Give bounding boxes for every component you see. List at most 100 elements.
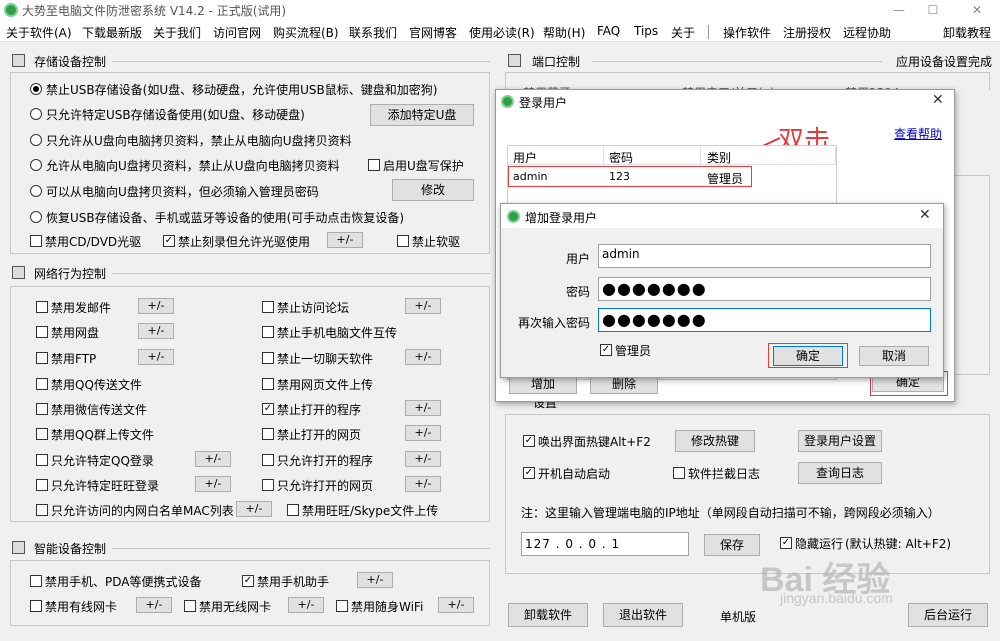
portable-wifi-plus-minus[interactable]: +/- — [438, 597, 474, 613]
network-left-plus-minus[interactable]: +/- — [138, 349, 174, 365]
menu-contact[interactable]: 联系我们 — [349, 24, 397, 41]
wireless-nic-plus-minus[interactable]: +/- — [288, 597, 324, 613]
login-user-settings-button[interactable]: 登录用户设置 — [798, 430, 882, 452]
password-input[interactable]: ●●●●●●● — [598, 277, 931, 301]
wired-nic-checkbox[interactable] — [30, 600, 42, 612]
menu-about[interactable]: 关于 — [671, 24, 695, 41]
menu-purchase[interactable]: 购买流程(B) — [273, 24, 339, 41]
menu-download[interactable]: 下载最新版 — [82, 24, 142, 41]
network-right-checkbox[interactable] — [262, 301, 274, 313]
restore-usb-radio[interactable] — [30, 211, 42, 223]
hide-run-checkbox[interactable]: ✓ — [780, 537, 792, 549]
query-log-button[interactable]: 查询日志 — [798, 462, 882, 484]
network-left-checkbox[interactable] — [36, 378, 48, 390]
cd-burn-checkbox[interactable]: ✓ — [163, 235, 175, 247]
usb-disable-radio[interactable] — [30, 83, 42, 95]
close-icon[interactable]: ✕ — [932, 92, 944, 108]
network-right-plus-minus[interactable]: +/- — [405, 476, 441, 492]
network-left-checkbox[interactable] — [36, 301, 48, 313]
exit-button[interactable]: 退出软件 — [603, 603, 683, 627]
user-input[interactable]: admin — [598, 244, 931, 268]
network-right-label: 禁止打开的程序 — [277, 403, 362, 417]
specific-usb-radio[interactable] — [30, 108, 42, 120]
background-run-button[interactable]: 后台运行 — [908, 603, 988, 627]
network-right-checkbox[interactable] — [262, 454, 274, 466]
network-right-checkbox[interactable] — [262, 326, 274, 338]
cancel-button[interactable]: 取消 — [859, 346, 929, 366]
network-right-plus-minus[interactable]: +/- — [405, 451, 441, 467]
user-list-header — [508, 146, 836, 165]
write-protect-checkbox[interactable] — [368, 159, 380, 171]
network-left-checkbox[interactable] — [36, 403, 48, 415]
wired-nic-plus-minus[interactable]: +/- — [136, 597, 172, 613]
network-left-plus-minus[interactable]: +/- — [195, 451, 231, 467]
network-left-checkbox[interactable] — [36, 504, 48, 516]
menu-about-software[interactable]: 关于软件(A) — [6, 24, 72, 41]
network-right-plus-minus[interactable]: +/- — [405, 400, 441, 416]
confirm-password-input[interactable]: ●●●●●●● — [598, 308, 931, 332]
column-header-password[interactable]: 密码 — [609, 149, 633, 166]
mode-label: 单机版 — [720, 610, 757, 624]
modify-hotkey-button[interactable]: 修改热键 — [675, 430, 755, 452]
phone-assistant-checkbox[interactable]: ✓ — [242, 575, 254, 587]
cd-disable-checkbox[interactable] — [30, 235, 42, 247]
menu-help[interactable]: 帮助(H) — [543, 24, 585, 41]
network-left-plus-minus[interactable]: +/- — [236, 501, 272, 517]
menu-must-read[interactable]: 使用必读(R) — [469, 24, 535, 41]
network-left-plus-minus[interactable]: +/- — [138, 298, 174, 314]
menu-remote[interactable]: 远程协助 — [843, 24, 891, 41]
menu-register[interactable]: 注册授权 — [783, 24, 831, 41]
network-left-checkbox[interactable] — [36, 454, 48, 466]
uninstall-button[interactable]: 卸载软件 — [508, 603, 588, 627]
menu-faq[interactable]: FAQ — [597, 24, 620, 38]
maximize-button[interactable]: ☐ — [918, 0, 948, 20]
network-left-checkbox[interactable] — [36, 352, 48, 364]
wireless-nic-checkbox[interactable] — [184, 600, 196, 612]
close-icon[interactable]: ✕ — [919, 207, 931, 223]
network-left-label: 只允许特定旺旺登录 — [51, 479, 160, 493]
network-right-checkbox[interactable] — [262, 428, 274, 440]
autostart-checkbox[interactable]: ✓ — [523, 467, 535, 479]
portable-wifi-checkbox[interactable] — [336, 600, 348, 612]
network-right-checkbox[interactable] — [287, 504, 299, 516]
network-right-plus-minus[interactable]: +/- — [405, 425, 441, 441]
close-button[interactable]: ✕ — [962, 0, 992, 20]
add-specific-usb-button[interactable]: 添加特定U盘 — [370, 104, 474, 126]
menu-about-us[interactable]: 关于我们 — [153, 24, 201, 41]
menu-separator — [708, 25, 709, 39]
usb-to-pc-radio[interactable] — [30, 134, 42, 146]
network-left-checkbox[interactable] — [36, 479, 48, 491]
cd-burn-plus-minus[interactable]: +/- — [327, 232, 363, 248]
password-copy-radio[interactable] — [30, 185, 42, 197]
minimize-button[interactable]: — — [884, 0, 914, 20]
network-right-checkbox[interactable]: ✓ — [262, 403, 274, 415]
intercept-log-checkbox[interactable] — [673, 467, 685, 479]
network-right-plus-minus[interactable]: +/- — [405, 298, 441, 314]
ip-address-input[interactable]: 127 . 0 . 0 . 1 — [521, 532, 689, 556]
password-copy-label: 可以从电脑向U盘拷贝资料，但必须输入管理员密码 — [46, 185, 319, 199]
menu-uninstall-guide[interactable]: 卸载教程 — [943, 24, 991, 41]
menu-operate[interactable]: 操作软件 — [723, 24, 771, 41]
network-right-checkbox[interactable] — [262, 479, 274, 491]
menu-blog[interactable]: 官网博客 — [409, 24, 457, 41]
network-left-plus-minus[interactable]: +/- — [195, 476, 231, 492]
menu-website[interactable]: 访问官网 — [213, 24, 261, 41]
network-right-plus-minus[interactable]: +/- — [405, 349, 441, 365]
menu-tips[interactable]: Tips — [634, 24, 658, 38]
network-right-checkbox[interactable] — [262, 378, 274, 390]
hotkey-checkbox[interactable]: ✓ — [523, 435, 535, 447]
network-right-checkbox[interactable] — [262, 352, 274, 364]
modify-password-button[interactable]: 修改 — [392, 179, 474, 201]
column-header-user[interactable]: 用户 — [513, 149, 537, 166]
portable-device-checkbox[interactable] — [30, 575, 42, 587]
network-left-checkbox[interactable] — [36, 326, 48, 338]
view-help-link[interactable]: 查看帮助 — [894, 125, 942, 142]
admin-checkbox[interactable]: ✓ — [600, 344, 612, 356]
save-ip-button[interactable]: 保存 — [704, 534, 760, 556]
floppy-checkbox[interactable] — [397, 235, 409, 247]
network-left-plus-minus[interactable]: +/- — [138, 323, 174, 339]
pc-to-usb-radio[interactable] — [30, 159, 42, 171]
phone-assistant-plus-minus[interactable]: +/- — [357, 572, 393, 588]
network-left-checkbox[interactable] — [36, 428, 48, 440]
column-header-category[interactable]: 类别 — [707, 149, 731, 166]
